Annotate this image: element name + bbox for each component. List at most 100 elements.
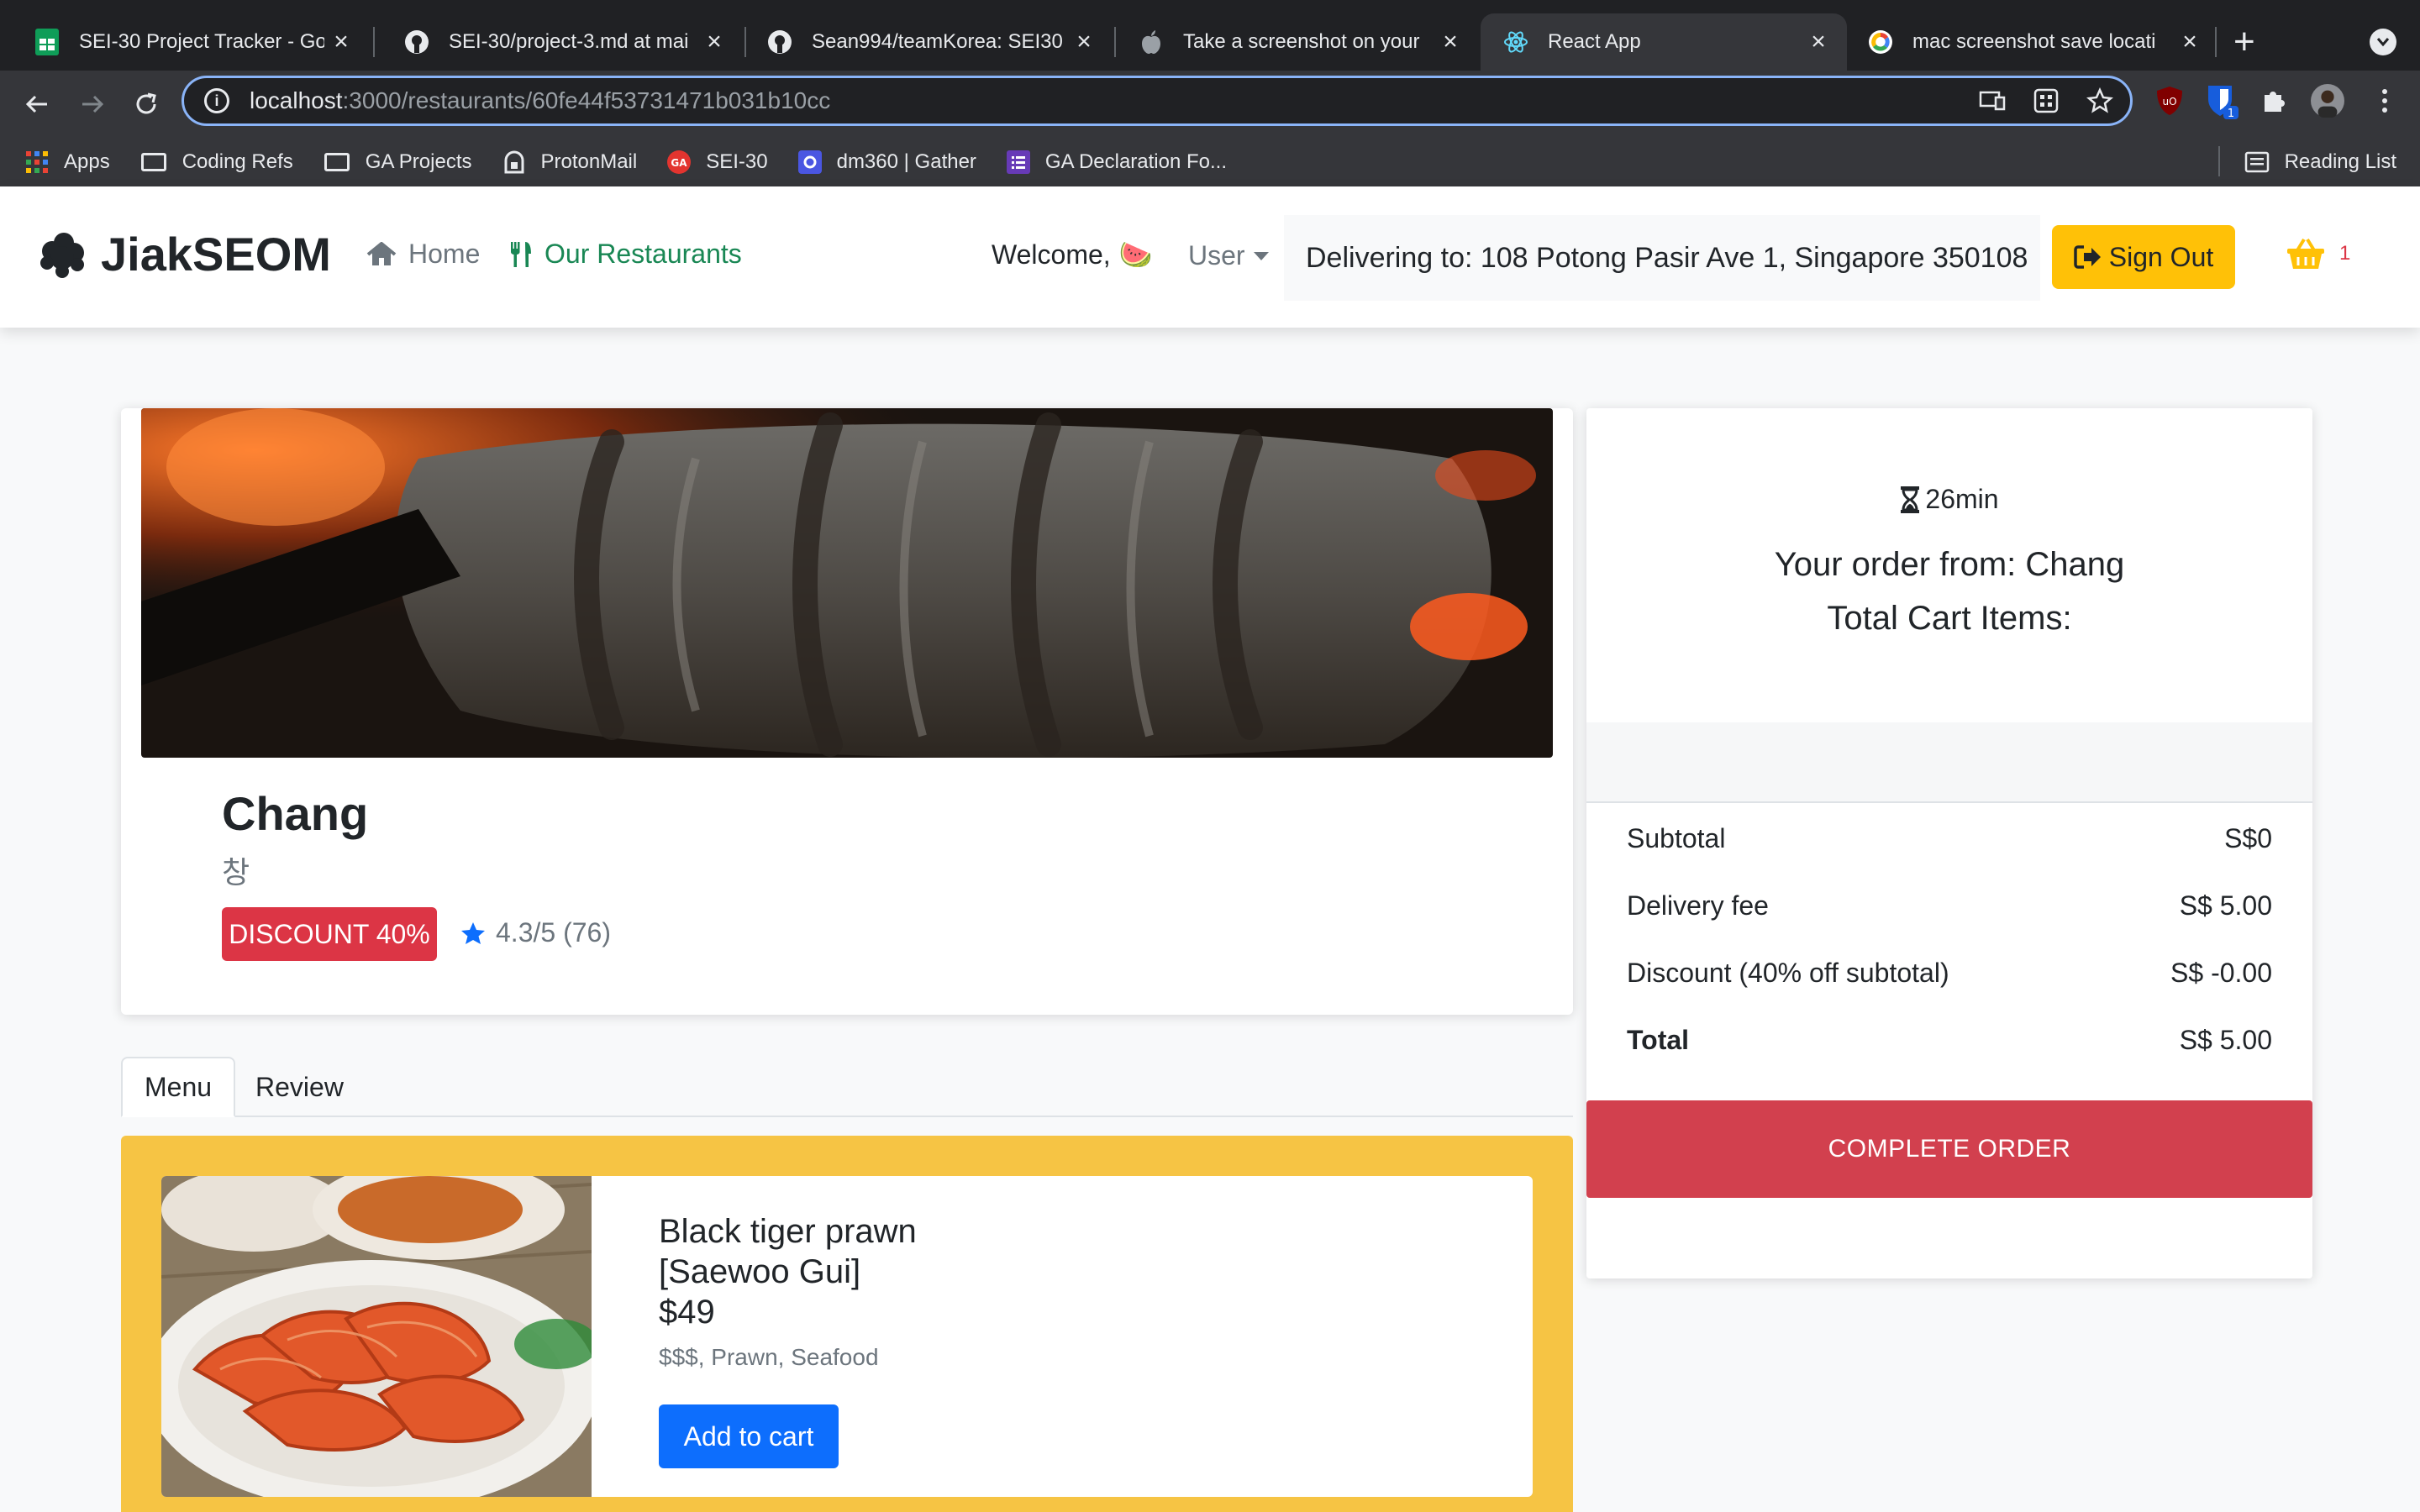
- order-items-area: [1586, 722, 2312, 803]
- subtotal-row: Subtotal S$0: [1627, 823, 2272, 853]
- discount-row: Discount (40% off subtotal) S$ -0.00: [1627, 958, 2272, 988]
- apps-grid-icon: [25, 150, 49, 174]
- menu-item-image: [161, 1176, 598, 1497]
- menu-item-name: Black tiger prawn [Saewoo Gui] $49: [659, 1213, 917, 1331]
- home-icon: [366, 241, 397, 265]
- shopping-basket-icon: [2287, 238, 2324, 269]
- brand-logo[interactable]: JiakSEOM: [37, 227, 331, 281]
- address-bar[interactable]: i localhost:3000/restaurants/60fe44f5373…: [182, 76, 2133, 126]
- browser-tab[interactable]: mac screenshot save locati ×: [1849, 13, 2218, 71]
- cast-icon[interactable]: [1979, 90, 2006, 112]
- ga-logo-icon: GA: [667, 150, 692, 174]
- close-tab-icon[interactable]: ×: [1067, 28, 1101, 56]
- folder-icon: [140, 150, 167, 174]
- url-text: localhost:3000/restaurants/60fe44f537314…: [250, 87, 831, 113]
- profile-avatar[interactable]: [2311, 84, 2344, 118]
- bookmark-ga-declaration[interactable]: GA Declaration Fo...: [1006, 150, 1227, 174]
- react-icon: [1502, 29, 1529, 55]
- hourglass-icon: [1901, 486, 1920, 513]
- order-restaurant: Your order from: Chang: [1774, 546, 2125, 583]
- browser-tab-bar: SEI-30 Project Tracker - Go × SEI-30/pro…: [0, 0, 2420, 71]
- extensions-puzzle-icon[interactable]: [2257, 84, 2291, 118]
- bookmarks-separator: [2218, 146, 2220, 176]
- discount-badge: DISCOUNT 40%: [222, 907, 437, 961]
- reload-button[interactable]: [126, 84, 166, 124]
- delivery-address[interactable]: Delivering to: 108 Potong Pasir Ave 1, S…: [1284, 215, 2040, 301]
- reload-icon: [136, 92, 156, 114]
- delivery-fee-row: Delivery fee S$ 5.00: [1627, 890, 2272, 921]
- bookmark-coding-refs[interactable]: Coding Refs: [140, 150, 293, 174]
- chevron-down-icon: [2376, 38, 2390, 47]
- nav-home-link[interactable]: Home: [366, 239, 480, 270]
- tab-search-button[interactable]: [2370, 29, 2396, 55]
- svg-text:1: 1: [2228, 108, 2234, 119]
- bookmark-ga-projects[interactable]: GA Projects: [324, 150, 472, 174]
- back-button[interactable]: [17, 84, 57, 124]
- sign-out-icon: [2073, 245, 2101, 269]
- browser-tab[interactable]: SEI-30 Project Tracker - Go ×: [0, 13, 370, 71]
- reading-list-button[interactable]: Reading List: [2244, 138, 2396, 186]
- folder-icon: [324, 150, 350, 174]
- more-vertical-icon: [2382, 89, 2387, 113]
- close-tab-icon[interactable]: ×: [697, 28, 731, 56]
- menu-item-card: Black tiger prawn [Saewoo Gui] $49 $$$, …: [161, 1176, 1533, 1497]
- total-row: Total S$ 5.00: [1627, 1025, 2272, 1055]
- bookmark-apps[interactable]: Apps: [25, 150, 110, 174]
- arrow-right-icon: [82, 95, 104, 113]
- apple-icon: [1138, 29, 1165, 55]
- close-tab-icon[interactable]: ×: [1802, 28, 1835, 56]
- new-tab-button[interactable]: +: [2233, 20, 2255, 64]
- bitwarden-extension-icon[interactable]: 1: [2205, 84, 2238, 119]
- bookmarks-bar: Apps Coding Refs GA Projects ProtonMail …: [0, 138, 2420, 186]
- restaurant-hero-image: [141, 408, 1553, 758]
- caret-down-icon: [1253, 251, 1269, 260]
- tab-menu[interactable]: Menu: [121, 1057, 236, 1117]
- menu-item-price: $49: [659, 1294, 715, 1331]
- cart-button[interactable]: 1: [2286, 237, 2350, 270]
- delivery-eta: 26min: [1586, 484, 2312, 515]
- tab-separator: [2215, 27, 2217, 57]
- ublock-extension-icon[interactable]: uO: [2153, 84, 2186, 118]
- close-tab-icon[interactable]: ×: [1434, 28, 1467, 56]
- total-cart-items: Total Cart Items:: [1827, 600, 2072, 637]
- nav-our-restaurants-link[interactable]: Our Restaurants: [509, 239, 742, 270]
- browser-tab[interactable]: SEI-30/project-3.md at mai ×: [375, 13, 743, 71]
- reading-list-icon: [2244, 151, 2269, 173]
- google-sheets-icon: [34, 29, 60, 55]
- site-info-icon[interactable]: i: [204, 88, 229, 113]
- github-icon: [766, 29, 793, 55]
- arrow-left-icon: [25, 95, 47, 113]
- browser-menu-button[interactable]: [2368, 84, 2402, 118]
- svg-text:GA: GA: [671, 157, 688, 169]
- tab-review[interactable]: Review: [234, 1057, 366, 1117]
- user-dropdown[interactable]: User: [1188, 240, 1269, 271]
- browser-tab[interactable]: Sean994/teamKorea: SEI30 ×: [746, 13, 1113, 71]
- bookmark-star-icon[interactable]: [2086, 87, 2113, 114]
- restaurant-rating: 4.3/5 (76): [460, 917, 611, 948]
- star-icon: [461, 921, 485, 944]
- complete-order-button[interactable]: COMPLETE ORDER: [1586, 1100, 2312, 1198]
- menu-item-tags: $$$, Prawn, Seafood: [659, 1344, 879, 1370]
- restaurant-name: Chang: [222, 787, 369, 840]
- bookmark-protonmail[interactable]: ProtonMail: [502, 150, 637, 174]
- protonmail-icon: [502, 150, 526, 174]
- close-tab-icon[interactable]: ×: [324, 28, 358, 56]
- browser-tab-active[interactable]: React App ×: [1481, 13, 1847, 71]
- close-tab-icon[interactable]: ×: [2173, 28, 2207, 56]
- order-summary-header: 26min Your order from: Chang Total Cart …: [1586, 408, 2312, 722]
- sign-out-button[interactable]: Sign Out: [2052, 225, 2235, 289]
- cart-count-badge: 1: [2339, 242, 2351, 265]
- gather-icon: [797, 150, 822, 174]
- utensils-icon: [511, 241, 531, 267]
- qr-code-icon[interactable]: [2033, 87, 2060, 114]
- google-icon: [1867, 29, 1894, 55]
- forward-button[interactable]: [72, 84, 113, 124]
- add-to-cart-button[interactable]: Add to cart: [659, 1404, 839, 1468]
- google-forms-icon: [1006, 150, 1030, 174]
- bookmark-sei-30[interactable]: GA SEI-30: [667, 150, 768, 174]
- bookmark-gather[interactable]: dm360 | Gather: [797, 150, 976, 174]
- browser-tab[interactable]: Take a screenshot on your ×: [1116, 13, 1479, 71]
- welcome-text: Welcome, 🍉: [992, 239, 1153, 270]
- svg-text:uO: uO: [2162, 96, 2176, 108]
- cloud-logo-icon: [40, 232, 84, 278]
